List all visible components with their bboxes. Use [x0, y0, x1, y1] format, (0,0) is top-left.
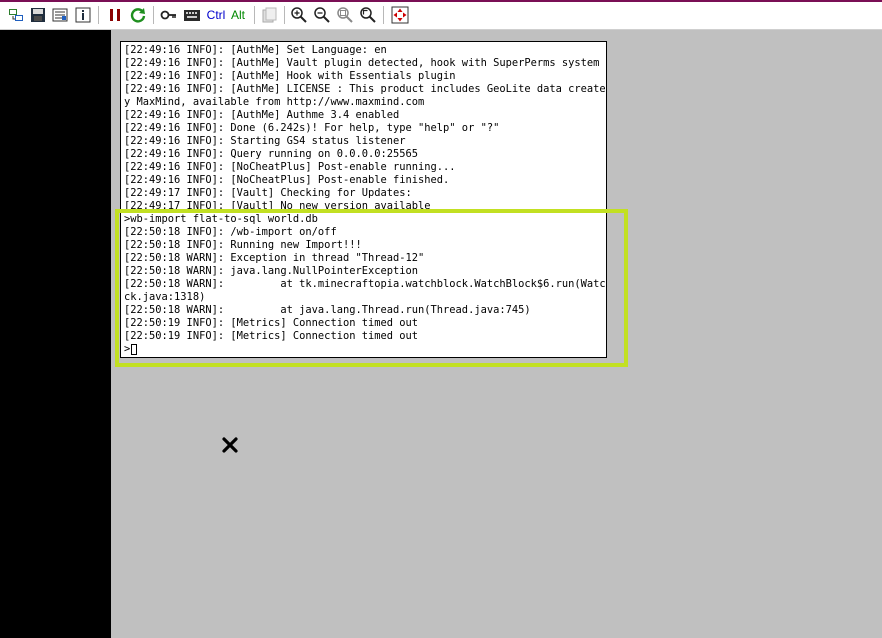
console-line: [22:49:16 INFO]: [AuthMe] Vault plugin d… — [124, 57, 600, 69]
console-line: [22:50:19 INFO]: [Metrics] Connection ti… — [124, 330, 419, 342]
console-line: [22:49:16 INFO]: Done (6.242s)! For help… — [124, 122, 500, 134]
toolbar-separator — [98, 6, 99, 24]
console-line: [22:49:17 INFO]: [Vault] Checking for Up… — [124, 187, 412, 199]
server-console[interactable]: [22:49:16 INFO]: [AuthMe] Set Language: … — [120, 41, 607, 358]
console-line: [22:49:16 INFO]: [AuthMe] Set Language: … — [124, 44, 387, 56]
text-cursor — [131, 344, 138, 355]
console-line: [22:49:16 INFO]: [NoCheatPlus] Post-enab… — [124, 174, 450, 186]
console-line: [22:49:16 INFO]: [AuthMe] Hook with Esse… — [124, 70, 456, 82]
ctrl-key-button[interactable]: Ctrl — [205, 5, 227, 25]
console-line: [22:50:19 INFO]: [Metrics] Connection ti… — [124, 317, 419, 329]
left-black-strip — [0, 30, 111, 638]
toolbar-separator — [383, 6, 384, 24]
zoom-in-icon[interactable] — [290, 5, 308, 25]
zoom-reset-icon[interactable] — [336, 5, 354, 25]
console-line: [22:50:18 WARN]: java.lang.NullPointerEx… — [124, 265, 419, 277]
console-line: [22:49:16 INFO]: Query running on 0.0.0.… — [124, 148, 419, 160]
connect-icon[interactable] — [8, 5, 24, 25]
close-icon[interactable] — [221, 436, 239, 454]
console-line: [22:49:16 INFO]: Starting GS4 status lis… — [124, 135, 406, 147]
toolbar-separator — [153, 6, 154, 24]
clipboard-icon[interactable] — [261, 5, 277, 25]
toolbar: Ctrl Alt — [0, 0, 882, 30]
console-line: >wb-import flat-to-sql world.db — [124, 213, 318, 225]
console-line: [22:49:17 INFO]: [Vault] No new version … — [124, 200, 431, 212]
console-line: [22:49:16 INFO]: [NoCheatPlus] Post-enab… — [124, 161, 456, 173]
alt-key-button[interactable]: Alt — [229, 5, 247, 25]
toolbar-separator — [254, 6, 255, 24]
console-line: [22:50:18 INFO]: /wb-import on/off — [124, 226, 337, 238]
console-line: [22:50:18 WARN]: Exception in thread "Th… — [124, 252, 425, 264]
console-input[interactable]: > — [124, 343, 605, 356]
window-top-accent — [0, 0, 882, 2]
zoom-fit-icon[interactable] — [359, 5, 377, 25]
key-icon[interactable] — [160, 5, 178, 25]
console-line: ck.java:1318) — [124, 291, 206, 303]
save-icon[interactable] — [30, 5, 46, 25]
prompt-symbol: > — [124, 343, 131, 355]
fullscreen-icon[interactable] — [391, 5, 409, 25]
console-line: [22:49:16 INFO]: [AuthMe] LICENSE : This… — [124, 83, 605, 95]
toolbar-separator — [284, 6, 285, 24]
console-line: [22:50:18 WARN]: at tk.minecraftopia.wat… — [124, 278, 605, 290]
pause-icon[interactable] — [107, 5, 123, 25]
zoom-out-icon[interactable] — [313, 5, 331, 25]
options-icon[interactable] — [52, 5, 68, 25]
console-output: [22:49:16 INFO]: [AuthMe] Set Language: … — [124, 44, 605, 356]
keyboard-icon[interactable] — [183, 5, 201, 25]
refresh-icon[interactable] — [129, 5, 147, 25]
console-line: [22:49:16 INFO]: [AuthMe] Authme 3.4 ena… — [124, 109, 400, 121]
info-icon[interactable] — [75, 5, 91, 25]
console-line: [22:50:18 INFO]: Running new Import!!! — [124, 239, 362, 251]
console-line: y MaxMind, available from http://www.max… — [124, 96, 425, 108]
console-line: [22:50:18 WARN]: at java.lang.Thread.run… — [124, 304, 531, 316]
